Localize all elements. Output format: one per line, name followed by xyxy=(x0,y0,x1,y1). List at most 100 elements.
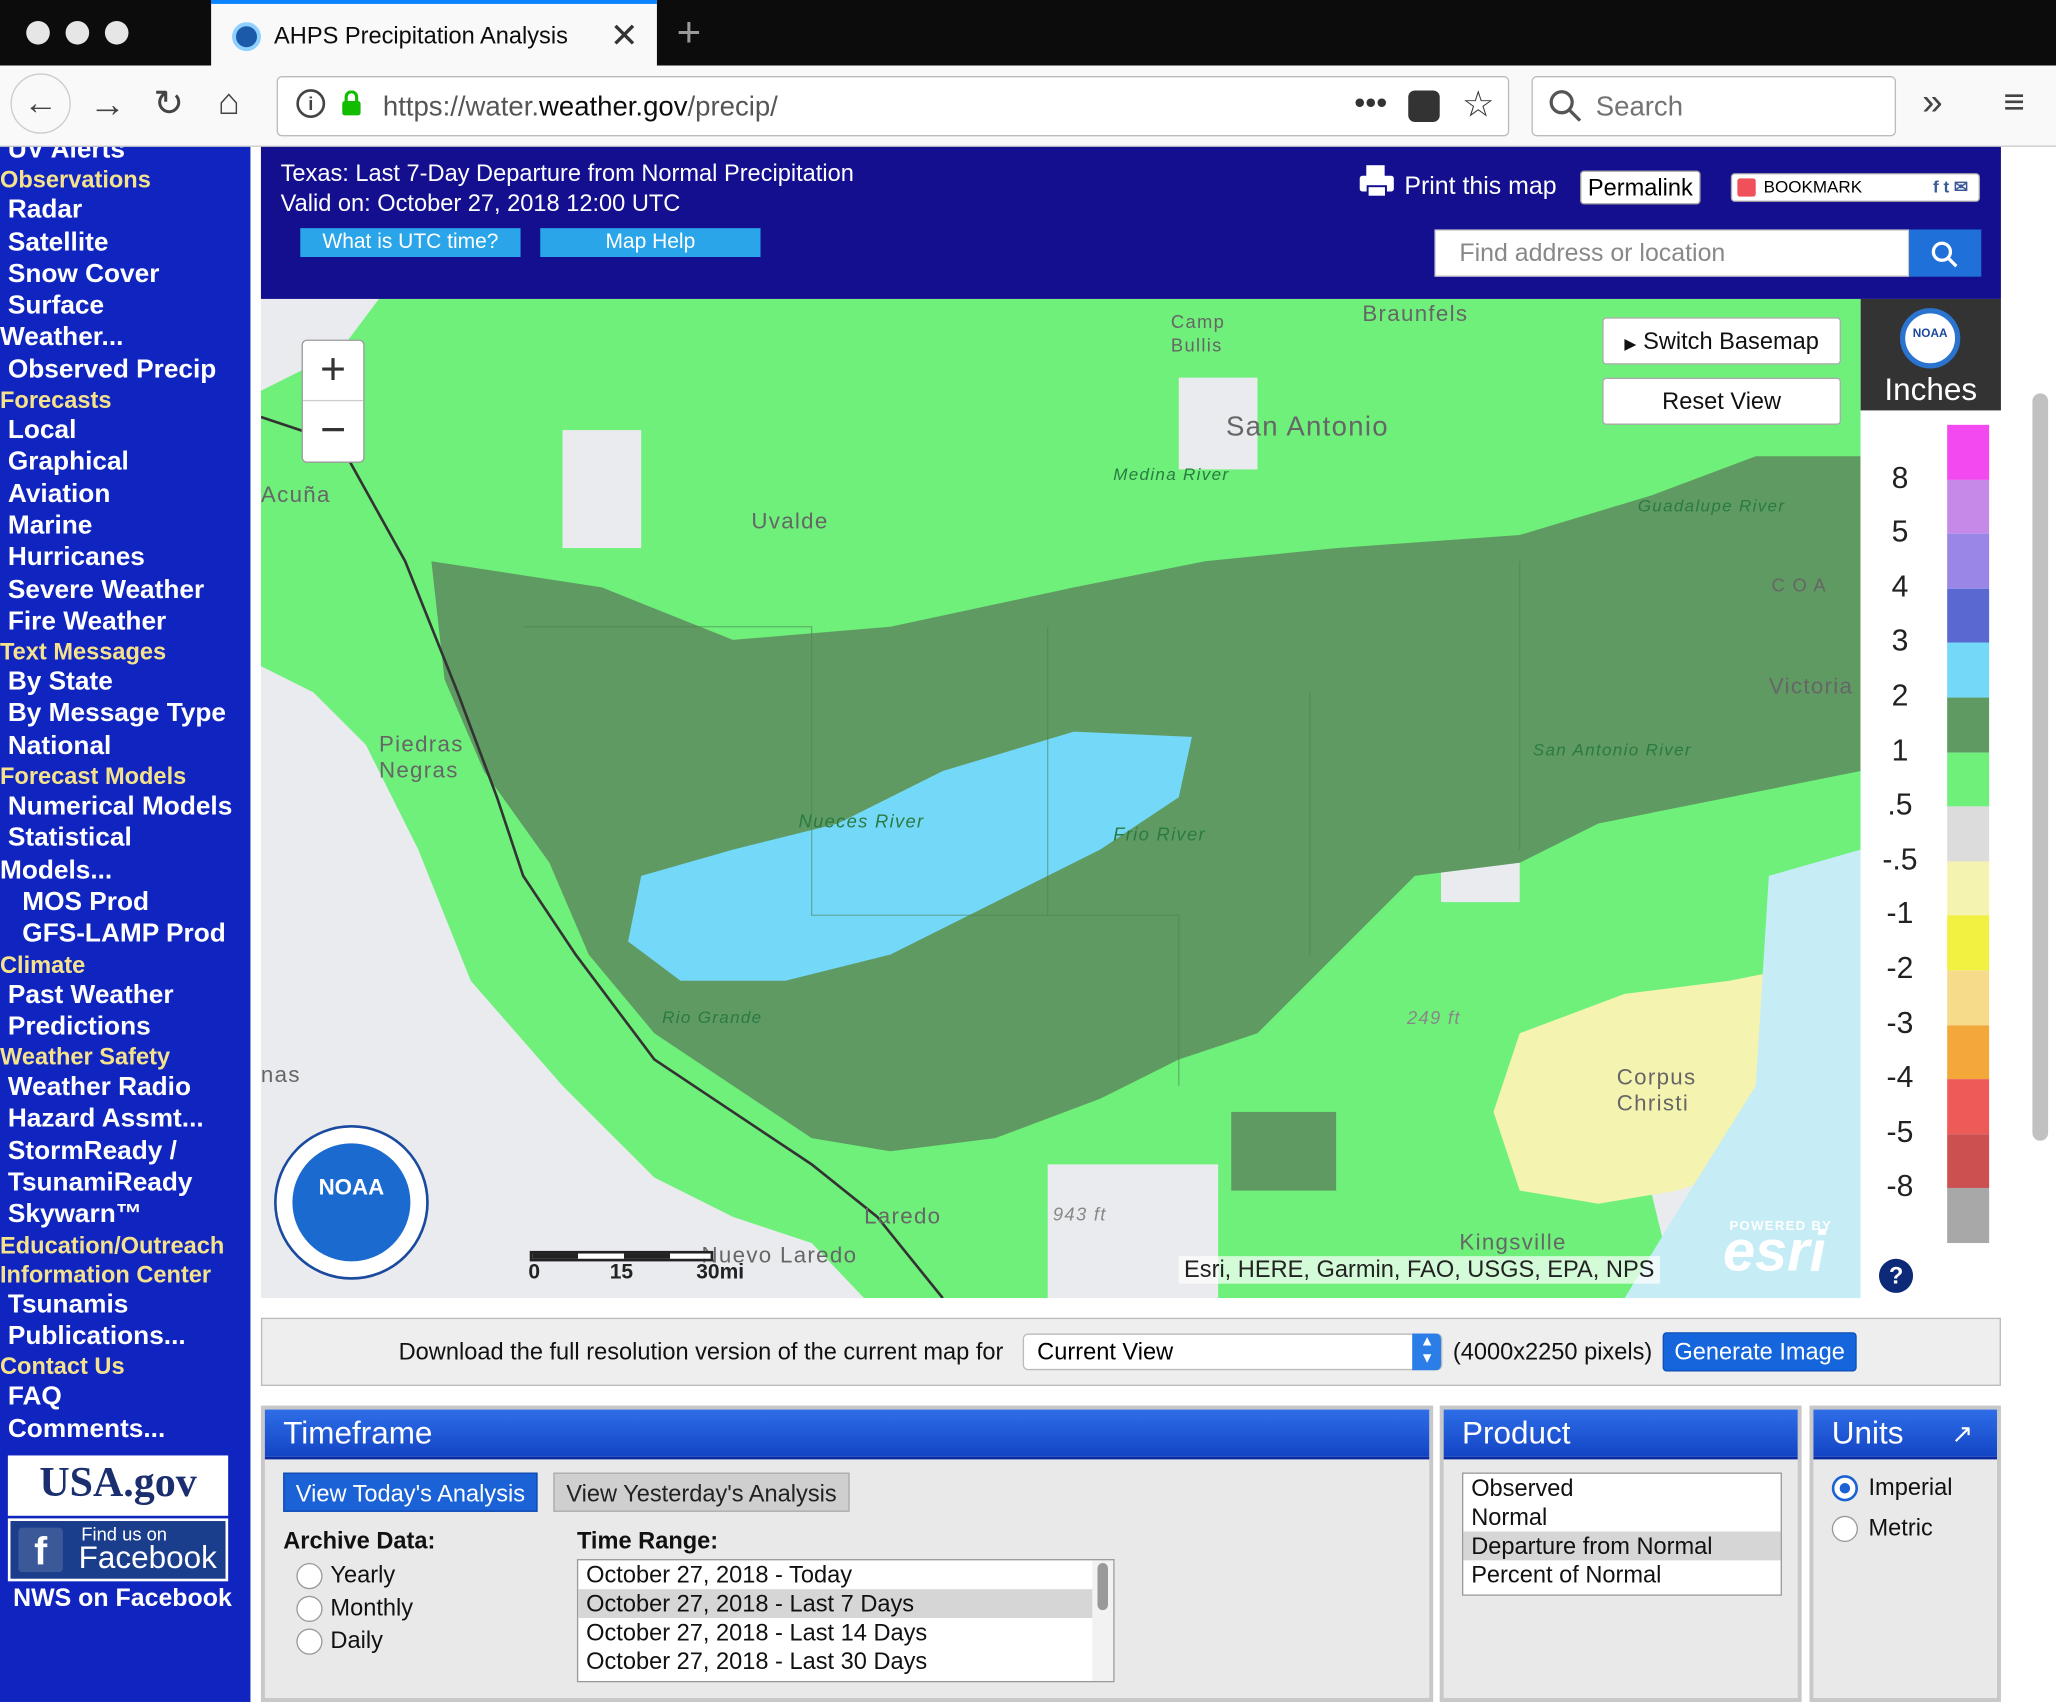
product-option[interactable]: Normal xyxy=(1463,1503,1780,1532)
sidebar-item[interactable]: Weather... xyxy=(0,322,250,354)
facebook-badge[interactable]: f Find us on Facebook xyxy=(7,1518,229,1582)
archive-daily-radio[interactable] xyxy=(296,1628,323,1655)
zoom-out-button[interactable]: − xyxy=(303,401,363,461)
pocket-icon[interactable] xyxy=(1408,90,1440,122)
sidebar-item[interactable]: Climate xyxy=(0,950,250,979)
sidebar-item[interactable]: Weather Radio xyxy=(0,1071,250,1103)
download-extent-select[interactable]: Current View ▲ ▼ xyxy=(1022,1333,1443,1371)
units-metric-radio[interactable] xyxy=(1831,1515,1859,1542)
sidebar-item[interactable]: Fire Weather xyxy=(0,606,250,638)
sidebar-item[interactable]: By Message Type xyxy=(0,698,250,730)
print-map-link[interactable]: Print this map xyxy=(1404,173,1556,202)
location-search-button[interactable] xyxy=(1909,229,1982,277)
close-tab-icon[interactable]: ✕ xyxy=(610,16,639,57)
overflow-chevron-icon[interactable]: » xyxy=(1922,81,1942,123)
bookmark-star-icon[interactable]: ☆ xyxy=(1462,83,1495,126)
legend-label: 3 xyxy=(1891,623,1909,658)
time-range-list[interactable]: October 27, 2018 - Today October 27, 2018… xyxy=(576,1559,1115,1683)
zoom-in-button[interactable]: + xyxy=(302,341,364,402)
sidebar-item[interactable]: Hurricanes xyxy=(0,542,250,574)
home-icon[interactable]: ⌂ xyxy=(218,81,240,123)
map-help-button[interactable]: Map Help xyxy=(540,228,761,257)
precipitation-map[interactable]: Braunfels Camp Bullis San Antonio Acuña … xyxy=(260,298,1861,1299)
view-yesterday-button[interactable]: View Yesterday's Analysis xyxy=(553,1472,850,1512)
sidebar-item[interactable]: Numerical Models xyxy=(0,791,250,823)
nws-facebook-link[interactable]: NWS on Facebook xyxy=(0,1584,250,1616)
location-search-input[interactable]: Find address or location xyxy=(1434,229,1910,277)
legend-help-icon[interactable]: ? xyxy=(1878,1258,1914,1293)
page-scrollbar[interactable] xyxy=(2032,393,2049,1141)
sidebar-item[interactable]: Surface xyxy=(0,290,250,322)
sidebar-item[interactable]: Comments... xyxy=(0,1413,250,1445)
sidebar-item[interactable]: Forecast Models xyxy=(0,762,250,791)
sidebar-item[interactable]: Predictions xyxy=(0,1011,250,1043)
generate-image-button[interactable]: Generate Image xyxy=(1662,1332,1857,1372)
sidebar-item[interactable]: Forecasts xyxy=(0,386,250,415)
browser-tab[interactable]: AHPS Precipitation Analysis ✕ xyxy=(211,0,657,66)
sidebar-item[interactable]: Past Weather xyxy=(0,979,250,1011)
printer-icon[interactable] xyxy=(1357,163,1396,200)
sidebar-item[interactable]: StormReady / xyxy=(0,1135,250,1167)
sidebar-item[interactable]: TsunamiReady xyxy=(0,1167,250,1199)
product-option[interactable]: Percent of Normal xyxy=(1463,1560,1780,1589)
sidebar-item[interactable]: Observations xyxy=(0,166,250,195)
expand-arrow-icon[interactable]: ↗ xyxy=(1951,1410,1973,1460)
sidebar-item[interactable]: Information Center xyxy=(0,1260,250,1289)
sidebar-item[interactable]: Weather Safety xyxy=(0,1043,250,1072)
time-range-option[interactable]: October 27, 2018 - Last 14 Days xyxy=(578,1618,1113,1647)
archive-monthly-radio[interactable] xyxy=(296,1595,323,1622)
sidebar-item[interactable]: Models... xyxy=(0,854,250,886)
sidebar-item[interactable]: National xyxy=(0,730,250,762)
sidebar-item[interactable]: UV Alerts xyxy=(0,147,250,166)
utc-help-button[interactable]: What is UTC time? xyxy=(300,228,521,257)
bookmark-button[interactable]: BOOKMARK f t ✉ xyxy=(1730,173,1980,202)
window-minimize-control[interactable] xyxy=(65,20,90,45)
sidebar-item[interactable]: Local xyxy=(0,414,250,446)
sidebar-item[interactable]: Satellite xyxy=(0,226,250,258)
sidebar-item[interactable]: Snow Cover xyxy=(0,258,250,290)
site-info-icon[interactable]: i xyxy=(296,89,326,119)
new-tab-icon[interactable]: + xyxy=(677,8,702,57)
sidebar-item[interactable]: Observed Precip xyxy=(0,354,250,386)
time-range-option[interactable]: October 27, 2018 - Last 30 Days xyxy=(578,1647,1113,1676)
sidebar-item[interactable]: Marine xyxy=(0,510,250,542)
time-range-option[interactable]: October 27, 2018 - Last 7 Days xyxy=(578,1589,1114,1619)
back-arrow-icon[interactable]: ← xyxy=(10,73,71,134)
sidebar-item[interactable]: Severe Weather xyxy=(0,574,250,606)
sidebar-item[interactable]: Radar xyxy=(0,194,250,226)
sidebar-item[interactable]: MOS Prod xyxy=(0,886,250,918)
window-zoom-control[interactable] xyxy=(104,20,129,45)
address-bar[interactable]: i https://water.weather.gov/precip/ ••• … xyxy=(276,76,1510,137)
time-range-option[interactable]: October 27, 2018 - Today xyxy=(578,1560,1113,1589)
sidebar-item[interactable]: Contact Us xyxy=(0,1352,250,1381)
view-today-button[interactable]: View Today's Analysis xyxy=(283,1472,538,1512)
sidebar-item[interactable]: Skywarn™ xyxy=(0,1199,250,1231)
reset-view-button[interactable]: Reset View xyxy=(1602,377,1841,425)
switch-basemap-button[interactable]: ▶ Switch Basemap xyxy=(1602,317,1841,365)
sidebar-item[interactable]: Publications... xyxy=(0,1320,250,1352)
browser-search-box[interactable]: Search xyxy=(1531,76,1897,137)
list-scrollbar[interactable] xyxy=(1092,1560,1114,1681)
sidebar-item[interactable]: Aviation xyxy=(0,478,250,510)
sidebar-item[interactable]: Text Messages xyxy=(0,637,250,666)
page-actions-icon[interactable]: ••• xyxy=(1354,85,1387,122)
sidebar-item[interactable]: GFS-LAMP Prod xyxy=(0,918,250,950)
units-imperial-radio[interactable] xyxy=(1831,1475,1859,1502)
product-list[interactable]: Observed Normal Departure from Normal Perce… xyxy=(1462,1472,1782,1596)
sidebar-item[interactable]: FAQ xyxy=(0,1381,250,1413)
permalink-button[interactable]: Permalink xyxy=(1580,170,1701,205)
product-option[interactable]: Observed xyxy=(1463,1474,1780,1503)
sidebar-item[interactable]: By State xyxy=(0,666,250,698)
sidebar-item[interactable]: Tsunamis xyxy=(0,1288,250,1320)
sidebar-item[interactable]: Hazard Assmt... xyxy=(0,1103,250,1135)
usagov-logo[interactable]: USA.gov xyxy=(7,1455,229,1516)
sidebar-item[interactable]: Graphical xyxy=(0,446,250,478)
hamburger-menu-icon[interactable]: ≡ xyxy=(2004,81,2025,123)
reload-icon[interactable]: ↻ xyxy=(153,81,184,124)
forward-arrow-icon[interactable]: → xyxy=(89,84,126,126)
sidebar-item[interactable]: Education/Outreach xyxy=(0,1231,250,1260)
sidebar-item[interactable]: Statistical xyxy=(0,823,250,855)
window-close-control[interactable] xyxy=(26,20,50,45)
product-option[interactable]: Departure from Normal xyxy=(1463,1531,1781,1561)
archive-yearly-radio[interactable] xyxy=(296,1562,323,1590)
